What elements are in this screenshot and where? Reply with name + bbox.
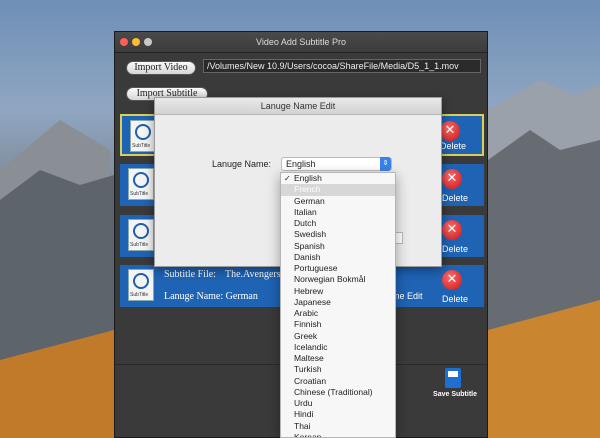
menu-item[interactable]: Icelandic (281, 342, 395, 353)
menu-item-label: Urdu (294, 398, 313, 408)
menu-item[interactable]: Spanish (281, 241, 395, 252)
menu-item-label: Thai (294, 420, 311, 431)
language-select-value: English (286, 159, 316, 169)
video-path-field[interactable]: /Volumes/New 10.9/Users/cocoa/ShareFile/… (203, 59, 481, 73)
menu-item[interactable]: Arabic (281, 308, 395, 319)
checkmark-icon: ✓ (284, 174, 291, 183)
menu-item-label: Chinese (Traditional) (294, 386, 373, 397)
delete-icon[interactable]: ✕ (442, 220, 462, 240)
menu-item-label: Italian (294, 206, 317, 217)
window-titlebar: Video Add Subtitle Pro (115, 32, 487, 53)
menu-item[interactable]: Danish (281, 252, 395, 263)
menu-item-label: Croatian (294, 375, 327, 386)
menu-item-label: Icelandic (294, 341, 328, 352)
menu-item[interactable]: Japanese (281, 297, 395, 308)
delete-icon[interactable]: ✕ (442, 270, 462, 290)
save-subtitle-icon[interactable] (445, 368, 461, 388)
subtitle-file-label: Subtitle File: (164, 269, 216, 280)
menu-item-label: Danish (294, 251, 321, 262)
menu-item-label: Maltese (294, 353, 324, 363)
menu-item[interactable]: Finnish (281, 319, 395, 330)
menu-item[interactable]: Urdu (281, 398, 395, 409)
menu-item[interactable]: Swedish (281, 229, 395, 240)
menu-item-label: Hebrew (294, 285, 324, 296)
subtitle-file-icon: SubTitle (128, 269, 154, 301)
delete-label[interactable]: Delete (440, 141, 466, 151)
subtitle-file-icon: SubTitle (128, 219, 154, 251)
menu-item-label: Spanish (294, 240, 325, 251)
menu-item[interactable]: French (281, 184, 395, 196)
menu-item-label: Dutch (294, 218, 317, 228)
delete-label[interactable]: Delete (442, 193, 468, 203)
menu-item[interactable]: Dutch (281, 218, 395, 229)
language-select[interactable]: English ⇕ (281, 157, 392, 171)
menu-item[interactable]: Croatian (281, 376, 395, 387)
delete-icon[interactable]: ✕ (442, 169, 462, 189)
close-window-button[interactable] (120, 38, 128, 46)
menu-item-label: Hindi (294, 409, 314, 420)
chevron-up-down-icon: ⇕ (380, 157, 391, 171)
menu-item-label: Turkish (294, 364, 322, 375)
menu-item-label: English (294, 173, 322, 183)
menu-item[interactable]: Hebrew (281, 286, 395, 297)
menu-item[interactable]: ✓ English (281, 173, 395, 184)
delete-label[interactable]: Delete (442, 244, 468, 254)
language-name-label: Lanuge Name: (212, 159, 272, 169)
save-subtitle-button[interactable]: Save Subtitle (433, 391, 477, 398)
language-edit-button[interactable]: me Edit (392, 291, 423, 301)
menu-item-label: Portuguese (294, 263, 338, 273)
menu-item[interactable]: Portuguese (281, 263, 395, 274)
menu-item-label: Norwegian Bokmål (294, 274, 366, 285)
menu-item[interactable]: Korean (281, 431, 395, 438)
menu-item[interactable]: Thai (281, 421, 395, 432)
menu-item[interactable]: Norwegian Bokmål (281, 274, 395, 285)
subtitle-file-value: The.Avengers. (225, 269, 284, 280)
delete-label[interactable]: Delete (442, 294, 468, 304)
language-dropdown-menu: ✓ English French German Italian Dutch Swedish S… (280, 172, 396, 438)
dialog-title: Lanuge Name Edit (155, 98, 441, 115)
menu-item-label: Greek (294, 330, 318, 341)
menu-item-label: Finnish (294, 319, 322, 330)
window-title: Video Add Subtitle Pro (256, 37, 346, 47)
subtitle-file-icon: SubTitle (130, 120, 156, 152)
subtitle-file-icon: SubTitle (128, 168, 154, 200)
menu-item-label: Japanese (294, 296, 331, 307)
zoom-window-button[interactable] (144, 38, 152, 46)
minimize-window-button[interactable] (132, 38, 140, 46)
menu-item-label: Korean (294, 431, 322, 438)
menu-item-label: Swedish (294, 229, 327, 240)
menu-item[interactable]: Hindi (281, 409, 395, 420)
menu-item[interactable]: Maltese (281, 353, 395, 364)
menu-item[interactable]: Greek (281, 331, 395, 342)
menu-item-label: Arabic (294, 308, 319, 318)
menu-item[interactable]: German (281, 196, 395, 207)
menu-item[interactable]: Turkish (281, 364, 395, 375)
import-video-button[interactable]: Import Video (126, 61, 196, 75)
menu-item[interactable]: Chinese (Traditional) (281, 387, 395, 398)
menu-item-label: German (294, 195, 325, 206)
menu-item-label: French (294, 184, 321, 195)
delete-icon[interactable]: ✕ (440, 121, 460, 141)
menu-item[interactable]: Italian (281, 207, 395, 218)
language-name-label: Lanuge Name: German (164, 291, 258, 302)
